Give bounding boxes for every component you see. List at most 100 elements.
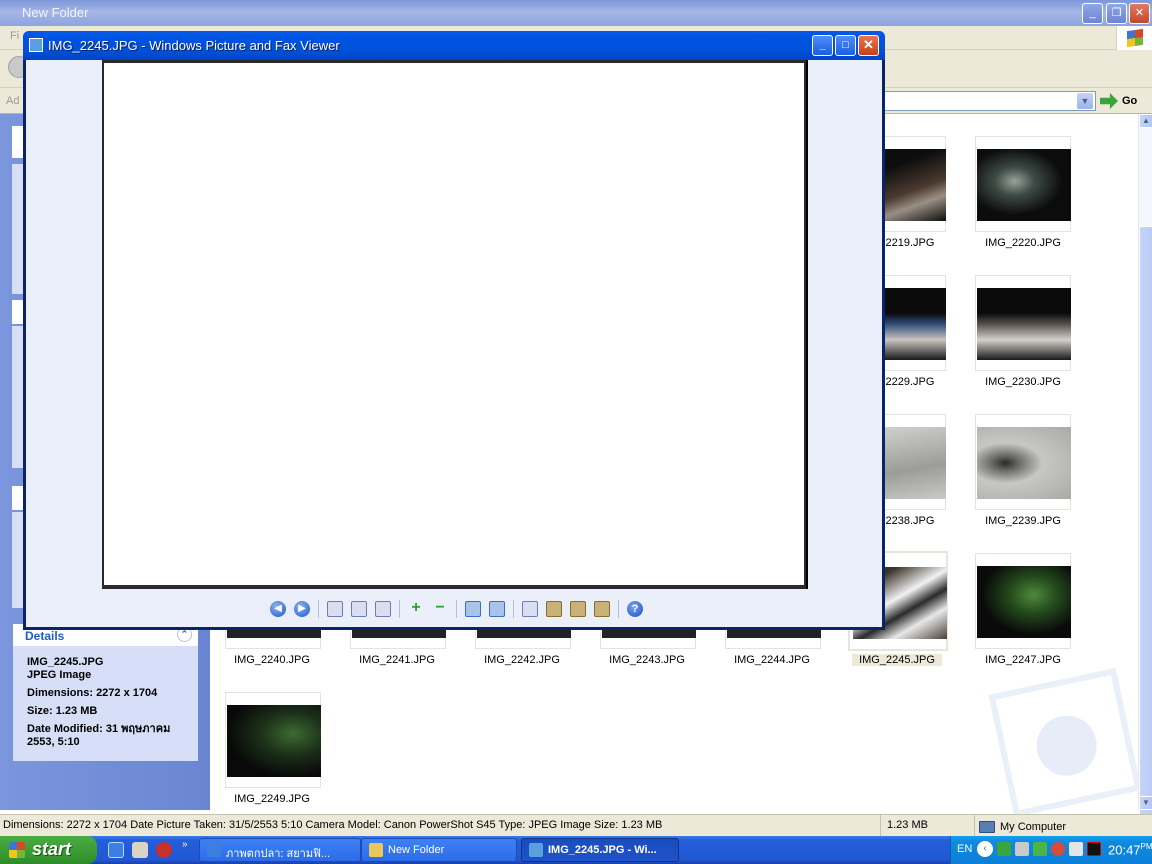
- print-icon[interactable]: [546, 601, 562, 617]
- scroll-down-icon[interactable]: ▼: [1139, 796, 1152, 810]
- windows-logo-icon: [1116, 26, 1152, 50]
- go-label: Go: [1122, 95, 1138, 107]
- delete-icon[interactable]: [522, 601, 538, 617]
- image-canvas[interactable]: [102, 60, 808, 589]
- quicklaunch-app-icon[interactable]: [156, 842, 172, 858]
- picture-viewer-icon: [29, 38, 43, 52]
- task-button-browser[interactable]: ภาพตกปลา: สยามฟิ...: [199, 838, 361, 862]
- network-icon[interactable]: [997, 842, 1011, 856]
- thumbnail-label[interactable]: IMG_2244.JPG: [712, 654, 832, 666]
- scroll-up-icon[interactable]: ▲: [1139, 114, 1152, 128]
- viewer-maximize-button[interactable]: □: [835, 35, 856, 56]
- viewer-client-area: ◀ ▶ + − ?: [26, 60, 882, 627]
- clock-time: 20:47: [1108, 842, 1141, 858]
- details-title: Details: [25, 629, 65, 643]
- viewer-toolbar: ◀ ▶ + − ?: [270, 598, 643, 620]
- system-tray: EN ‹ 20:47PM: [950, 836, 1152, 864]
- thumbnail[interactable]: [975, 414, 1071, 510]
- chevron-down-icon[interactable]: ▼: [1077, 93, 1093, 109]
- task-button-viewer[interactable]: IMG_2245.JPG - Wi...: [521, 838, 679, 862]
- show-desktop-icon[interactable]: [132, 842, 148, 858]
- details-size: Size: 1.23 MB: [27, 705, 98, 717]
- explorer-titlebar[interactable]: New Folder _ ❐ ✕: [0, 0, 1152, 26]
- edit-icon[interactable]: [594, 601, 610, 617]
- toolbar-separator: [318, 600, 319, 618]
- tray-app-icon[interactable]: [1015, 842, 1029, 856]
- thumbnail-label[interactable]: IMG_2247.JPG: [963, 654, 1083, 666]
- thumbnail-label[interactable]: IMG_2240.JPG: [212, 654, 332, 666]
- zoom-in-icon[interactable]: +: [408, 600, 424, 617]
- zoom-out-icon[interactable]: −: [432, 600, 448, 617]
- clock[interactable]: 20:47PM: [1108, 842, 1152, 857]
- rotate-counterclockwise-icon[interactable]: [489, 601, 505, 617]
- go-button[interactable]: Go: [1100, 91, 1150, 111]
- thumbnail-label[interactable]: IMG_2220.JPG: [963, 237, 1083, 249]
- thumbnail-label[interactable]: IMG_2230.JPG: [963, 376, 1083, 388]
- picture-viewer-window[interactable]: IMG_2245.JPG - Windows Picture and Fax V…: [23, 31, 885, 630]
- thumbnail[interactable]: [975, 553, 1071, 649]
- address-label: Ad: [6, 95, 20, 107]
- status-zone-label: My Computer: [1000, 821, 1067, 833]
- language-indicator[interactable]: EN: [957, 843, 972, 855]
- internet-explorer-icon: [207, 843, 221, 857]
- explorer-close-button[interactable]: ✕: [1129, 3, 1150, 24]
- status-text: Dimensions: 2272 x 1704 Date Picture Tak…: [3, 819, 663, 831]
- thumbnail-label[interactable]: IMG_2249.JPG: [212, 793, 332, 805]
- antivirus-icon[interactable]: [1087, 842, 1101, 856]
- viewer-minimize-button[interactable]: _: [812, 35, 833, 56]
- details-dimensions: Dimensions: 2272 x 1704: [27, 687, 158, 699]
- toolbar-separator: [456, 600, 457, 618]
- details-date-modified: Date Modified: 31 พฤษภาคม 2553, 5:10: [27, 723, 171, 748]
- statusbar: Dimensions: 2272 x 1704 Date Picture Tak…: [0, 814, 1152, 836]
- viewer-close-button[interactable]: ✕: [858, 35, 879, 56]
- folder-watermark-icon: [988, 667, 1142, 818]
- viewer-title: IMG_2245.JPG - Windows Picture and Fax V…: [48, 38, 340, 53]
- explorer-title: New Folder: [22, 5, 89, 20]
- thumbnail[interactable]: [225, 692, 321, 788]
- internet-explorer-icon[interactable]: [108, 842, 124, 858]
- status-zone: My Computer: [974, 815, 1152, 836]
- toolbar-separator: [399, 600, 400, 618]
- task-button-explorer[interactable]: New Folder: [361, 838, 517, 862]
- viewer-titlebar[interactable]: IMG_2245.JPG - Windows Picture and Fax V…: [23, 31, 885, 60]
- users-icon[interactable]: [1033, 842, 1047, 856]
- volume-icon[interactable]: [1069, 842, 1083, 856]
- details-filename: IMG_2245.JPG: [27, 656, 104, 668]
- toolbar-separator: [513, 600, 514, 618]
- explorer-minimize-button[interactable]: _: [1082, 3, 1103, 24]
- thumbnail-label[interactable]: IMG_2243.JPG: [587, 654, 707, 666]
- file-menu[interactable]: Fi: [10, 30, 19, 42]
- scroll-thumb[interactable]: [1139, 226, 1152, 864]
- help-icon[interactable]: ?: [627, 601, 643, 617]
- details-body: IMG_2245.JPG JPEG Image Dimensions: 2272…: [13, 646, 198, 749]
- vertical-scrollbar[interactable]: ▲ ▼: [1138, 114, 1152, 864]
- quicklaunch-chevron-icon[interactable]: »: [182, 839, 188, 850]
- slideshow-icon[interactable]: [375, 601, 391, 617]
- previous-image-icon[interactable]: ◀: [270, 601, 286, 617]
- thumbnail[interactable]: [975, 136, 1071, 232]
- thumbnail-label[interactable]: IMG_2239.JPG: [963, 515, 1083, 527]
- next-image-icon[interactable]: ▶: [294, 601, 310, 617]
- thumbnail-label[interactable]: IMG_2241.JPG: [337, 654, 457, 666]
- actual-size-icon[interactable]: [351, 601, 367, 617]
- start-button[interactable]: start: [0, 836, 97, 864]
- task-label: ภาพตกปลา: สยามฟิ...: [226, 848, 331, 860]
- explorer-restore-button[interactable]: ❐: [1106, 3, 1127, 24]
- start-label: start: [32, 839, 72, 859]
- thumbnail-label-selected[interactable]: IMG_2245.JPG: [852, 654, 942, 666]
- tray-expand-icon[interactable]: ‹: [977, 841, 993, 857]
- status-size: 1.23 MB: [880, 815, 972, 836]
- displayed-image: [104, 63, 804, 585]
- thumbnail[interactable]: [975, 275, 1071, 371]
- go-arrow-icon: [1100, 93, 1118, 109]
- toolbar-separator: [618, 600, 619, 618]
- rotate-clockwise-icon[interactable]: [465, 601, 481, 617]
- best-fit-icon[interactable]: [327, 601, 343, 617]
- details-filetype: JPEG Image: [27, 669, 92, 681]
- copy-to-icon[interactable]: [570, 601, 586, 617]
- address-input[interactable]: ▼: [884, 91, 1096, 111]
- security-icon[interactable]: [1051, 842, 1065, 856]
- thumbnail-label[interactable]: IMG_2242.JPG: [462, 654, 582, 666]
- details-panel: Details ⌃ IMG_2245.JPG JPEG Image Dimens…: [13, 624, 198, 761]
- taskbar: start » ภาพตกปลา: สยามฟิ... New Folder I…: [0, 836, 1152, 864]
